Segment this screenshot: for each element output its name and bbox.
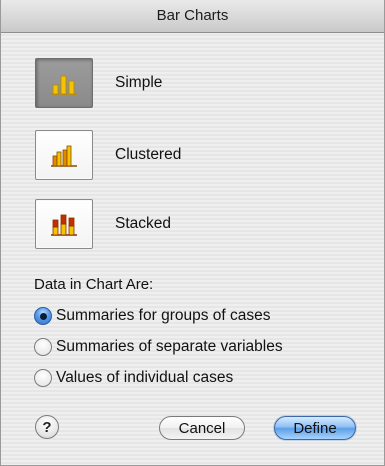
data-in-chart-label: Data in Chart Are:: [34, 276, 154, 293]
radio-button-checked[interactable]: [34, 307, 52, 325]
clustered-chart-button[interactable]: [35, 130, 93, 180]
radio-individual-values[interactable]: Values of individual cases: [34, 367, 233, 389]
clustered-bar-chart-icon: [51, 145, 77, 167]
chart-option-stacked[interactable]: Stacked: [35, 198, 171, 250]
radio-button[interactable]: [34, 338, 52, 356]
chart-option-clustered[interactable]: Clustered: [35, 129, 181, 181]
window-title: Bar Charts: [1, 0, 384, 33]
simple-bar-chart-icon: [51, 75, 77, 95]
radio-summaries-groups[interactable]: Summaries for groups of cases: [34, 305, 271, 327]
radio-label: Summaries of separate variables: [56, 338, 283, 355]
radio-label: Summaries for groups of cases: [56, 307, 271, 324]
stacked-chart-button[interactable]: [35, 199, 93, 249]
define-button[interactable]: Define: [274, 416, 356, 440]
radio-label: Values of individual cases: [56, 369, 234, 386]
cancel-button[interactable]: Cancel: [159, 416, 245, 440]
help-button[interactable]: ?: [35, 415, 59, 439]
radio-button[interactable]: [34, 369, 52, 387]
simple-chart-button[interactable]: [35, 58, 93, 108]
bar-charts-dialog: Bar Charts Simple Clustered Stacked Data…: [0, 0, 385, 466]
chart-option-simple[interactable]: Simple: [35, 57, 162, 109]
stacked-label: Stacked: [115, 215, 172, 232]
simple-label: Simple: [115, 74, 163, 91]
radio-summaries-variables[interactable]: Summaries of separate variables: [34, 336, 283, 358]
stacked-bar-chart-icon: [51, 214, 77, 236]
clustered-label: Clustered: [115, 146, 182, 163]
